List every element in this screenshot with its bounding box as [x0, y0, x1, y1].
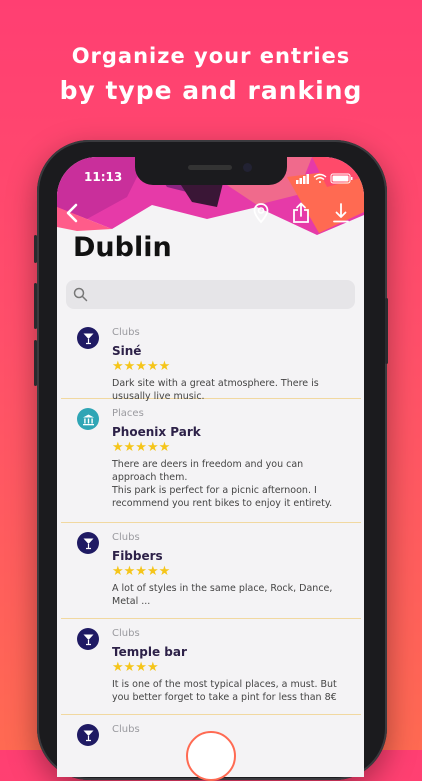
- entry-category: Clubs: [112, 327, 140, 338]
- search-input[interactable]: [94, 280, 348, 311]
- battery-icon: [330, 173, 353, 184]
- entry-name: Temple bar: [112, 645, 187, 659]
- phone-camera: [243, 163, 252, 172]
- headline-line-1: Organize your entries: [71, 44, 351, 68]
- download-icon: [333, 203, 349, 223]
- status-icons: [296, 173, 353, 184]
- entry-category: Places: [112, 408, 144, 419]
- map-button[interactable]: [247, 199, 275, 227]
- cocktail-icon: [83, 730, 93, 741]
- search-icon: [73, 287, 88, 302]
- category-badge: [77, 724, 99, 746]
- headline-line-2: by type and ranking: [59, 76, 363, 105]
- wifi-icon: [313, 173, 327, 183]
- monument-icon: [82, 414, 94, 425]
- entry-name: Siné: [112, 344, 142, 358]
- entry-category: Clubs: [112, 628, 140, 639]
- page-title: Dublin: [73, 232, 172, 263]
- star-rating: ★★★★★: [112, 564, 171, 579]
- category-badge: [77, 327, 99, 349]
- phone-notch: [135, 157, 287, 185]
- phone-side-button: [34, 235, 37, 263]
- category-badge: [77, 532, 99, 554]
- entry-list: Clubs Siné ★★★★★ Dark site with a great …: [61, 318, 361, 755]
- entry-name: Fibbers: [112, 549, 163, 563]
- list-item[interactable]: Clubs Siné ★★★★★ Dark site with a great …: [61, 318, 361, 402]
- search-bar[interactable]: [66, 280, 355, 311]
- share-icon: [293, 202, 309, 223]
- star-rating: ★★★★: [112, 660, 159, 675]
- phone-volume-down: [34, 340, 37, 386]
- entry-name: Phoenix Park: [112, 425, 201, 439]
- phone-volume-up: [34, 283, 37, 329]
- download-button[interactable]: [327, 199, 355, 227]
- star-rating: ★★★★★: [112, 359, 171, 374]
- share-button[interactable]: [287, 199, 315, 227]
- location-pin-icon: [253, 203, 269, 224]
- list-item[interactable]: Clubs Fibbers ★★★★★ A lot of styles in t…: [61, 523, 361, 619]
- status-time: 11:13: [84, 170, 123, 184]
- list-item[interactable]: Clubs Temple bar ★★★★ It is one of the m…: [61, 619, 361, 715]
- cocktail-icon: [83, 538, 93, 549]
- star-rating: ★★★★★: [112, 440, 171, 455]
- category-badge: [77, 408, 99, 430]
- add-entry-button[interactable]: [186, 731, 236, 781]
- entry-category: Clubs: [112, 724, 140, 735]
- back-button[interactable]: [58, 199, 86, 227]
- entry-category: Clubs: [112, 532, 140, 543]
- promo-headline: Organize your entries by type and rankin…: [0, 44, 422, 105]
- phone-power-button: [385, 298, 388, 364]
- category-badge: [77, 628, 99, 650]
- cocktail-icon: [83, 634, 93, 645]
- signal-icon: [296, 174, 309, 184]
- chevron-left-icon: [66, 203, 78, 223]
- entry-description: There are deers in freedom and you can a…: [112, 459, 333, 509]
- entry-description: A lot of styles in the same place, Rock,…: [112, 583, 333, 607]
- phone-speaker: [188, 165, 232, 170]
- entry-description: It is one of the most typical places, a …: [112, 679, 337, 703]
- cocktail-icon: [83, 333, 93, 344]
- list-item[interactable]: Places Phoenix Park ★★★★★ There are deer…: [61, 399, 361, 523]
